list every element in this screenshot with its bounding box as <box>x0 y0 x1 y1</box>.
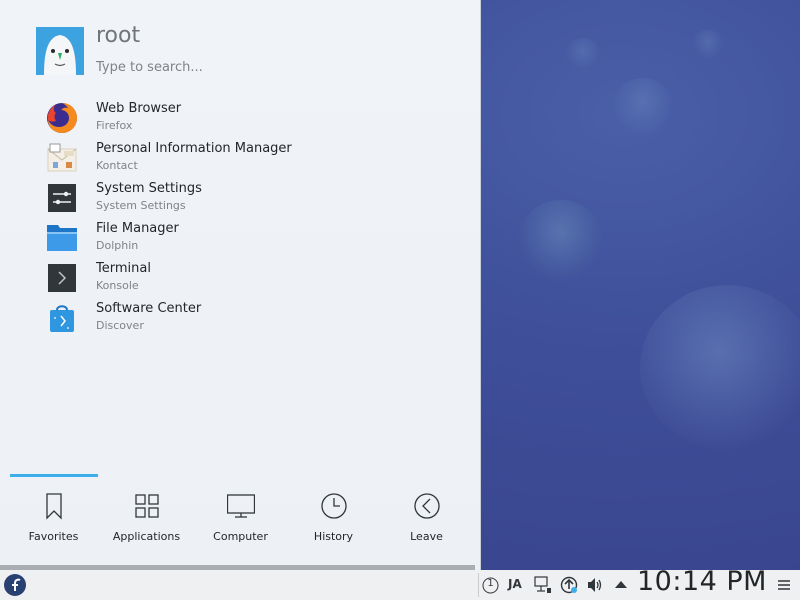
back-arrow-icon <box>414 493 440 519</box>
fedora-launcher-icon[interactable] <box>3 573 27 597</box>
network-icon[interactable] <box>534 576 552 594</box>
favorite-terminal[interactable]: Terminal Konsole <box>44 258 464 298</box>
favorite-software-center[interactable]: Software Center Discover <box>44 298 464 338</box>
application-launcher: root Web Browser Firefox Personal Inform… <box>0 0 481 570</box>
favorite-subtitle: System Settings <box>96 199 186 212</box>
panel-divider <box>478 573 479 597</box>
favorites-list: Web Browser Firefox Personal Information… <box>44 98 464 338</box>
tab-label: Computer <box>213 530 268 543</box>
launcher-header: root <box>36 23 466 77</box>
panel-menu-icon[interactable] <box>777 578 791 592</box>
active-tab-indicator <box>10 474 98 477</box>
grid-icon <box>135 494 159 518</box>
discover-icon <box>50 305 74 332</box>
digital-clock[interactable]: 10:14 PM <box>637 566 767 597</box>
kontact-icon <box>47 143 77 172</box>
favorite-personal-information-manager[interactable]: Personal Information Manager Kontact <box>44 138 464 178</box>
user-avatar-icon[interactable] <box>36 27 84 75</box>
desktop-pager-icon[interactable]: 1 <box>482 577 499 594</box>
favorite-title: File Manager <box>96 221 179 236</box>
monitor-icon <box>227 494 255 518</box>
firefox-icon <box>47 103 77 133</box>
input-method-indicator[interactable]: JA <box>508 577 522 599</box>
favorite-subtitle: Kontact <box>96 159 138 172</box>
wallpaper-jellyfish <box>612 78 674 136</box>
folder-icon <box>47 225 77 251</box>
tab-computer[interactable]: Computer <box>194 480 287 560</box>
tab-label: Favorites <box>28 530 79 543</box>
favorite-title: Software Center <box>96 301 202 316</box>
wallpaper-jellyfish <box>692 30 724 60</box>
favorite-system-settings[interactable]: System Settings System Settings <box>44 178 464 218</box>
wallpaper-jellyfish <box>565 38 601 70</box>
favorite-web-browser[interactable]: Web Browser Firefox <box>44 98 464 138</box>
search-input[interactable] <box>94 57 448 77</box>
tab-label: Leave <box>410 530 443 543</box>
virtual-desktop-number: 1 <box>487 578 494 589</box>
wallpaper-jellyfish <box>640 285 800 450</box>
clock-icon <box>321 493 347 519</box>
updates-icon[interactable] <box>560 576 578 594</box>
favorite-subtitle: Firefox <box>96 119 133 132</box>
favorite-title: Web Browser <box>96 101 182 116</box>
favorite-subtitle: Konsole <box>96 279 139 292</box>
tab-leave[interactable]: Leave <box>380 480 473 560</box>
tab-label: History <box>313 530 354 543</box>
favorite-file-manager[interactable]: File Manager Dolphin <box>44 218 464 258</box>
system-settings-icon <box>48 184 76 212</box>
wallpaper-jellyfish <box>518 200 603 280</box>
volume-icon[interactable] <box>586 576 604 594</box>
username-label: root <box>96 23 141 48</box>
favorite-subtitle: Dolphin <box>96 239 139 252</box>
favorite-title: Terminal <box>96 261 151 276</box>
tab-favorites[interactable]: Favorites <box>7 480 100 560</box>
tab-label: Applications <box>112 530 181 543</box>
launcher-tabbar: Favorites Applications Computer History … <box>7 480 473 560</box>
favorite-subtitle: Discover <box>96 319 144 332</box>
tray-expand-icon[interactable] <box>614 578 628 592</box>
terminal-icon <box>48 264 76 292</box>
tab-history[interactable]: History <box>287 480 380 560</box>
tab-applications[interactable]: Applications <box>100 480 193 560</box>
favorite-title: Personal Information Manager <box>96 141 292 156</box>
favorite-title: System Settings <box>96 181 202 196</box>
bookmark-icon <box>46 493 62 520</box>
